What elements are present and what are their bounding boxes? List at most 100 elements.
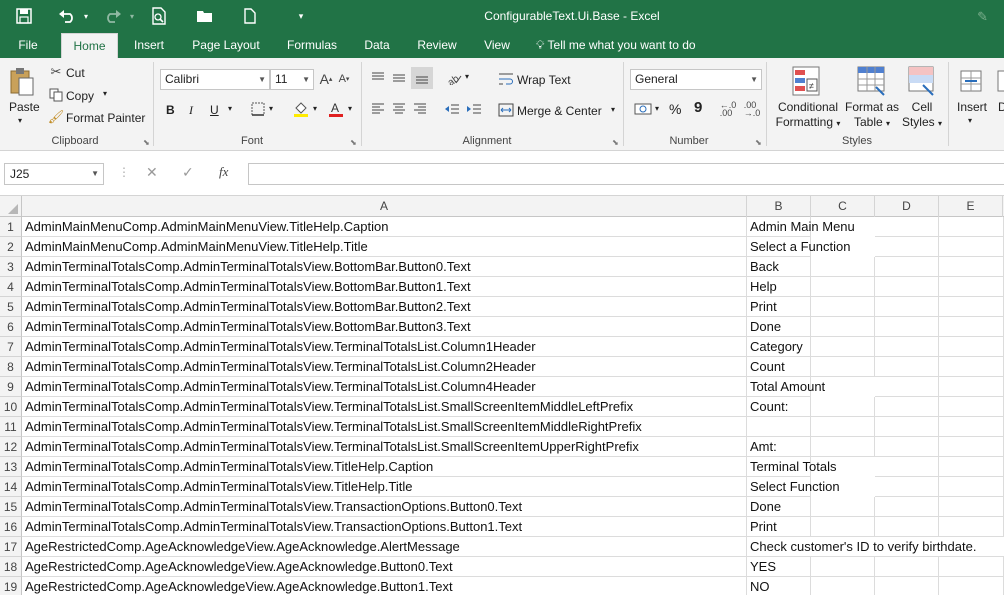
cell-a[interactable]: AdminTerminalTotalsComp.AdminTerminalTot… — [22, 417, 747, 437]
insert-cells-icon[interactable] — [958, 66, 986, 96]
cell-e[interactable] — [939, 217, 1004, 237]
cell-a[interactable]: AdminTerminalTotalsComp.AdminTerminalTot… — [22, 457, 747, 477]
accounting-format-icon[interactable] — [633, 100, 653, 118]
cell-a[interactable]: AdminTerminalTotalsComp.AdminTerminalTot… — [22, 277, 747, 297]
cell-d[interactable] — [875, 317, 939, 337]
format-as-table-button[interactable]: Format as Table ▾ — [842, 100, 902, 131]
wrap-text-button[interactable]: Wrap Text — [517, 73, 571, 87]
column-header-c[interactable]: C — [811, 196, 875, 217]
paste-button[interactable]: Paste — [9, 100, 40, 114]
cell-b[interactable]: Select a Function — [747, 237, 850, 257]
copy-icon[interactable] — [48, 87, 64, 103]
cell-a[interactable]: AdminTerminalTotalsComp.AdminTerminalTot… — [22, 477, 747, 497]
cell-c[interactable] — [811, 417, 875, 437]
align-top-icon[interactable] — [369, 69, 387, 87]
insert-cells-button[interactable]: Insert — [957, 100, 987, 114]
font-color-dropdown-icon[interactable]: ▾ — [348, 104, 352, 113]
row-header[interactable]: 15 — [0, 497, 22, 517]
row-header[interactable]: 3 — [0, 257, 22, 277]
cell-e[interactable] — [939, 517, 1004, 537]
cell-b[interactable]: Select Function — [747, 477, 840, 497]
cell-b[interactable]: Help — [747, 277, 811, 297]
align-center-icon[interactable] — [390, 100, 408, 118]
row-header[interactable]: 2 — [0, 237, 22, 257]
cancel-icon[interactable]: ✕ — [146, 164, 158, 181]
cell-a[interactable]: AdminTerminalTotalsComp.AdminTerminalTot… — [22, 497, 747, 517]
row-header[interactable]: 18 — [0, 557, 22, 577]
fill-color-dropdown-icon[interactable]: ▾ — [313, 104, 317, 113]
copy-dropdown-icon[interactable]: ▾ — [103, 89, 107, 98]
cell-d[interactable] — [875, 497, 939, 517]
wrap-text-icon[interactable] — [497, 70, 515, 88]
row-header[interactable]: 7 — [0, 337, 22, 357]
cell-e[interactable] — [939, 277, 1004, 297]
accounting-dropdown-icon[interactable]: ▾ — [655, 104, 659, 113]
merge-dropdown-icon[interactable]: ▾ — [611, 105, 615, 114]
tab-file[interactable]: File — [8, 33, 48, 58]
delete-cells-icon[interactable] — [996, 66, 1004, 96]
cell-e[interactable] — [939, 397, 1004, 417]
cell-d[interactable] — [875, 397, 939, 417]
percent-button[interactable]: % — [669, 101, 681, 117]
tab-formulas[interactable]: Formulas — [280, 33, 344, 58]
cell-e[interactable] — [939, 497, 1004, 517]
cut-button[interactable]: Cut — [66, 66, 85, 80]
cell-a[interactable]: AdminTerminalTotalsComp.AdminTerminalTot… — [22, 337, 747, 357]
cell-e[interactable] — [939, 417, 1004, 437]
grow-font-icon[interactable]: A ▴ — [318, 70, 334, 88]
row-header[interactable]: 10 — [0, 397, 22, 417]
cell-c[interactable] — [811, 317, 875, 337]
cell-c[interactable] — [811, 397, 875, 417]
borders-icon[interactable] — [249, 100, 267, 118]
column-header-b[interactable]: B — [747, 196, 811, 217]
name-box[interactable]: J25 ▼ — [4, 163, 104, 185]
cell-a[interactable]: AdminTerminalTotalsComp.AdminTerminalTot… — [22, 317, 747, 337]
row-header[interactable]: 1 — [0, 217, 22, 237]
cell-d[interactable] — [875, 457, 939, 477]
delete-cells-button[interactable]: D — [998, 100, 1004, 114]
underline-button[interactable]: U — [210, 103, 219, 117]
font-size-combo[interactable]: 11 ▼ — [270, 69, 314, 90]
format-painter-icon[interactable]: 🖌︎ — [48, 109, 65, 125]
row-header[interactable]: 16 — [0, 517, 22, 537]
row-header[interactable]: 5 — [0, 297, 22, 317]
formula-input[interactable] — [248, 163, 1004, 185]
conditional-formatting-button[interactable]: Conditional Formatting ▾ — [772, 100, 844, 131]
format-painter-button[interactable]: Format Painter — [66, 111, 145, 125]
cell-e[interactable] — [939, 237, 1004, 257]
cell-b[interactable] — [747, 417, 811, 437]
cell-e[interactable] — [939, 317, 1004, 337]
cell-d[interactable] — [875, 277, 939, 297]
merge-center-icon[interactable] — [497, 101, 515, 119]
cell-a[interactable]: AgeRestrictedComp.AgeAcknowledgeView.Age… — [22, 577, 747, 595]
format-as-table-icon[interactable] — [855, 64, 887, 98]
decrease-indent-icon[interactable] — [443, 100, 461, 118]
cell-b[interactable]: Total Amount — [747, 377, 825, 397]
row-header[interactable]: 12 — [0, 437, 22, 457]
row-header[interactable]: 4 — [0, 277, 22, 297]
tab-view[interactable]: View — [476, 33, 518, 58]
cell-b[interactable]: Back — [747, 257, 811, 277]
cell-d[interactable] — [875, 357, 939, 377]
cell-b[interactable]: Done — [747, 497, 811, 517]
cell-a[interactable]: AdminMainMenuComp.AdminMainMenuView.Titl… — [22, 217, 747, 237]
paste-dropdown-icon[interactable]: ▾ — [18, 116, 22, 125]
cell-b[interactable]: Check customer's ID to verify birthdate. — [747, 537, 1004, 557]
row-header[interactable]: 13 — [0, 457, 22, 477]
cell-d[interactable] — [875, 557, 939, 577]
cell-e[interactable] — [939, 377, 1004, 397]
cell-a[interactable]: AdminMainMenuComp.AdminMainMenuView.Titl… — [22, 237, 747, 257]
cell-e[interactable] — [939, 257, 1004, 277]
borders-dropdown-icon[interactable]: ▾ — [269, 104, 273, 113]
cell-b[interactable]: Count: — [747, 397, 811, 417]
cell-e[interactable] — [939, 437, 1004, 457]
column-header-d[interactable]: D — [875, 196, 939, 217]
cell-a[interactable]: AgeRestrictedComp.AgeAcknowledgeView.Age… — [22, 557, 747, 577]
cell-b[interactable]: Print — [747, 517, 811, 537]
fill-color-icon[interactable] — [292, 99, 310, 119]
cell-b[interactable]: Terminal Totals — [747, 457, 836, 477]
select-all-corner[interactable] — [0, 196, 22, 217]
cell-c[interactable] — [811, 437, 875, 457]
cell-c[interactable] — [811, 577, 875, 595]
cell-d[interactable] — [875, 337, 939, 357]
